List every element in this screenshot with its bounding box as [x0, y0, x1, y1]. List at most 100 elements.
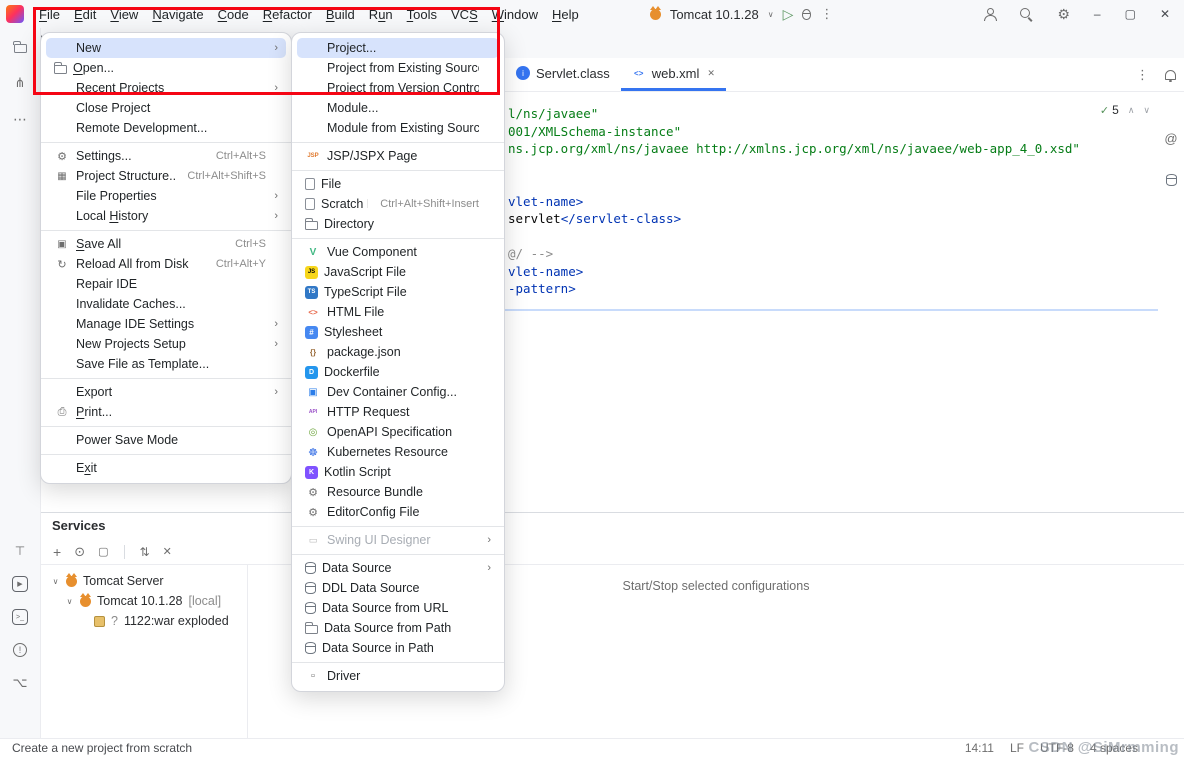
- hide-panel-button[interactable]: ✕: [163, 545, 172, 558]
- file-menu-item-project-structure[interactable]: ▦ Project Structure... Ctrl+Alt+Shift+S …: [46, 166, 286, 186]
- new-menu-item-data-source-from-path[interactable]: Data Source from Path ›: [297, 618, 499, 638]
- file-menu-item-print[interactable]: ⎙ Print... ›: [46, 402, 286, 422]
- user-account-icon[interactable]: [983, 8, 996, 21]
- file-menu-item-open[interactable]: Open... ›: [46, 58, 286, 78]
- file-menu-item-repair-ide[interactable]: Repair IDE ›: [46, 274, 286, 294]
- file-menu-item-save-file-as-template[interactable]: Save File as Template... ›: [46, 354, 286, 374]
- menu-run[interactable]: Run: [362, 4, 400, 25]
- file-menu-item-exit[interactable]: Exit ›: [46, 458, 286, 478]
- float-mode-button[interactable]: ▢: [98, 545, 108, 558]
- cursor-position[interactable]: 14:11: [965, 741, 994, 755]
- close-tab-icon[interactable]: ✕: [707, 68, 715, 79]
- new-menu-item-directory[interactable]: Directory ›: [297, 214, 499, 234]
- prev-problem-icon[interactable]: ∧: [1128, 105, 1135, 116]
- new-menu-item-editorconfig-file[interactable]: ⚙ EditorConfig File ›: [297, 502, 499, 522]
- file-menu-item-new[interactable]: New ›: [46, 38, 286, 58]
- new-menu-item-resource-bundle[interactable]: ⚙ Resource Bundle ›: [297, 482, 499, 502]
- close-button[interactable]: ✕: [1160, 7, 1170, 21]
- file-menu-item-settings[interactable]: ⚙ Settings... Ctrl+Alt+S ›: [46, 146, 286, 166]
- new-menu-item-package-json[interactable]: {} package.json ›: [297, 342, 499, 362]
- tab-servlet-class[interactable]: i Servlet.class: [505, 58, 621, 91]
- new-menu-item-javascript-file[interactable]: JS JavaScript File ›: [297, 262, 499, 282]
- more-tools-button[interactable]: ⋯: [7, 106, 33, 132]
- run-button[interactable]: ▷: [783, 6, 794, 23]
- menu-file[interactable]: File: [32, 4, 67, 25]
- run-config-selector[interactable]: Tomcat 10.1.28: [670, 7, 759, 22]
- services-tool-button[interactable]: ▶: [7, 571, 33, 597]
- terminal-tool-button[interactable]: >_: [7, 604, 33, 630]
- menu-refactor[interactable]: Refactor: [256, 4, 319, 25]
- add-service-button[interactable]: +: [53, 544, 61, 560]
- file-menu-item-new-projects-setup[interactable]: New Projects Setup ›: [46, 334, 286, 354]
- file-menu-item-export[interactable]: Export ›: [46, 382, 286, 402]
- new-menu-item-project[interactable]: Project... ›: [297, 38, 499, 58]
- new-menu-item-dev-container-config[interactable]: ▣ Dev Container Config... ›: [297, 382, 499, 402]
- database-tool-button[interactable]: [1158, 167, 1184, 193]
- new-menu-item-data-source-from-url[interactable]: Data Source from URL ›: [297, 598, 499, 618]
- menu-build[interactable]: Build: [319, 4, 362, 25]
- chevron-down-icon[interactable]: ∨: [65, 597, 74, 606]
- tomcat-server-group-node[interactable]: ∨ Tomcat Server: [41, 571, 247, 591]
- new-menu-item-ddl-data-source[interactable]: DDL Data Source ›: [297, 578, 499, 598]
- project-tool-button[interactable]: [7, 34, 33, 60]
- notifications-bell-icon[interactable]: [1165, 70, 1176, 80]
- inspections-widget[interactable]: ✓ 5 ∧ ∨: [1100, 103, 1150, 117]
- line-separator[interactable]: LF: [1010, 741, 1024, 755]
- new-menu-item-jsp-jspx-page[interactable]: JSP JSP/JSPX Page ›: [297, 146, 499, 166]
- artifact-node[interactable]: ? 1122:war exploded: [41, 611, 247, 631]
- tomcat-server-node[interactable]: ∨ Tomcat 10.1.28 [local]: [41, 591, 247, 611]
- file-menu-item-close-project[interactable]: Close Project ›: [46, 98, 286, 118]
- file-menu-item-power-save-mode[interactable]: Power Save Mode ›: [46, 430, 286, 450]
- menu-view[interactable]: View: [103, 4, 145, 25]
- problems-tool-button[interactable]: !: [7, 637, 33, 663]
- assistant-tool-button[interactable]: @: [1158, 125, 1184, 151]
- menu-tools[interactable]: Tools: [400, 4, 444, 25]
- menu-code[interactable]: Code: [211, 4, 256, 25]
- file-menu-item-remote-development[interactable]: Remote Development... ›: [46, 118, 286, 138]
- new-menu-item-file[interactable]: File ›: [297, 174, 499, 194]
- menu-window[interactable]: Window: [485, 4, 545, 25]
- more-actions-icon[interactable]: ⋮: [820, 6, 833, 22]
- new-menu-item-dockerfile[interactable]: D Dockerfile ›: [297, 362, 499, 382]
- file-menu-item-invalidate-caches[interactable]: Invalidate Caches... ›: [46, 294, 286, 314]
- new-menu-item-scratch-file[interactable]: Scratch File Ctrl+Alt+Shift+Insert ›: [297, 194, 499, 214]
- new-menu-item-typescript-file[interactable]: TS TypeScript File ›: [297, 282, 499, 302]
- debug-button[interactable]: [802, 9, 811, 20]
- minimize-button[interactable]: –: [1094, 7, 1101, 21]
- new-menu-item-vue-component[interactable]: V Vue Component ›: [297, 242, 499, 262]
- new-menu-item-http-request[interactable]: API HTTP Request ›: [297, 402, 499, 422]
- new-menu-item-kotlin-script[interactable]: K Kotlin Script ›: [297, 462, 499, 482]
- file-menu-item-reload-all-from-disk[interactable]: ↻ Reload All from Disk Ctrl+Alt+Y ›: [46, 254, 286, 274]
- endpoints-tool-button[interactable]: ⊤: [7, 538, 33, 564]
- version-control-tool-button[interactable]: ⌥: [7, 670, 33, 696]
- new-menu-item-stylesheet[interactable]: # Stylesheet ›: [297, 322, 499, 342]
- file-menu-item-file-properties[interactable]: File Properties ›: [46, 186, 286, 206]
- next-problem-icon[interactable]: ∨: [1143, 105, 1150, 116]
- expand-collapse-button[interactable]: ⇅: [140, 545, 150, 559]
- new-menu-item-project-from-version-control[interactable]: Project from Version Control... ›: [297, 78, 499, 98]
- file-menu-item-save-all[interactable]: ▣ Save All Ctrl+S ›: [46, 234, 286, 254]
- file-encoding[interactable]: UTF-8: [1040, 741, 1074, 755]
- file-menu-item-recent-projects[interactable]: Recent Projects ›: [46, 78, 286, 98]
- structure-tool-button[interactable]: ⋔: [7, 70, 33, 96]
- menu-navigate[interactable]: Navigate: [145, 4, 210, 25]
- new-menu-item-module-from-existing-sources[interactable]: Module from Existing Sources... ›: [297, 118, 499, 138]
- new-menu-item-kubernetes-resource[interactable]: ☸ Kubernetes Resource ›: [297, 442, 499, 462]
- menu-vcs[interactable]: VCS: [444, 4, 485, 25]
- new-menu-item-data-source-in-path[interactable]: Data Source in Path ›: [297, 638, 499, 658]
- tab-options-icon[interactable]: ⋮: [1136, 67, 1149, 83]
- menu-help[interactable]: Help: [545, 4, 586, 25]
- new-menu-item-swing-ui-designer[interactable]: ▭ Swing UI Designer ›: [297, 530, 499, 550]
- file-menu-item-manage-ide-settings[interactable]: Manage IDE Settings ›: [46, 314, 286, 334]
- maximize-button[interactable]: ▢: [1125, 7, 1136, 21]
- file-menu-item-local-history[interactable]: Local History ›: [46, 206, 286, 226]
- new-menu-item-driver[interactable]: ▫ Driver ›: [297, 666, 499, 686]
- new-menu-item-project-from-existing-sources[interactable]: Project from Existing Sources... ›: [297, 58, 499, 78]
- settings-gear-icon[interactable]: ⚙: [1057, 6, 1070, 23]
- menu-edit[interactable]: Edit: [67, 4, 103, 25]
- new-menu-item-html-file[interactable]: <> HTML File ›: [297, 302, 499, 322]
- new-menu-item-data-source[interactable]: Data Source ›: [297, 558, 499, 578]
- new-menu-item-module[interactable]: Module... ›: [297, 98, 499, 118]
- search-everywhere-icon[interactable]: [1020, 8, 1033, 21]
- show-services-button[interactable]: ⊙: [74, 544, 85, 560]
